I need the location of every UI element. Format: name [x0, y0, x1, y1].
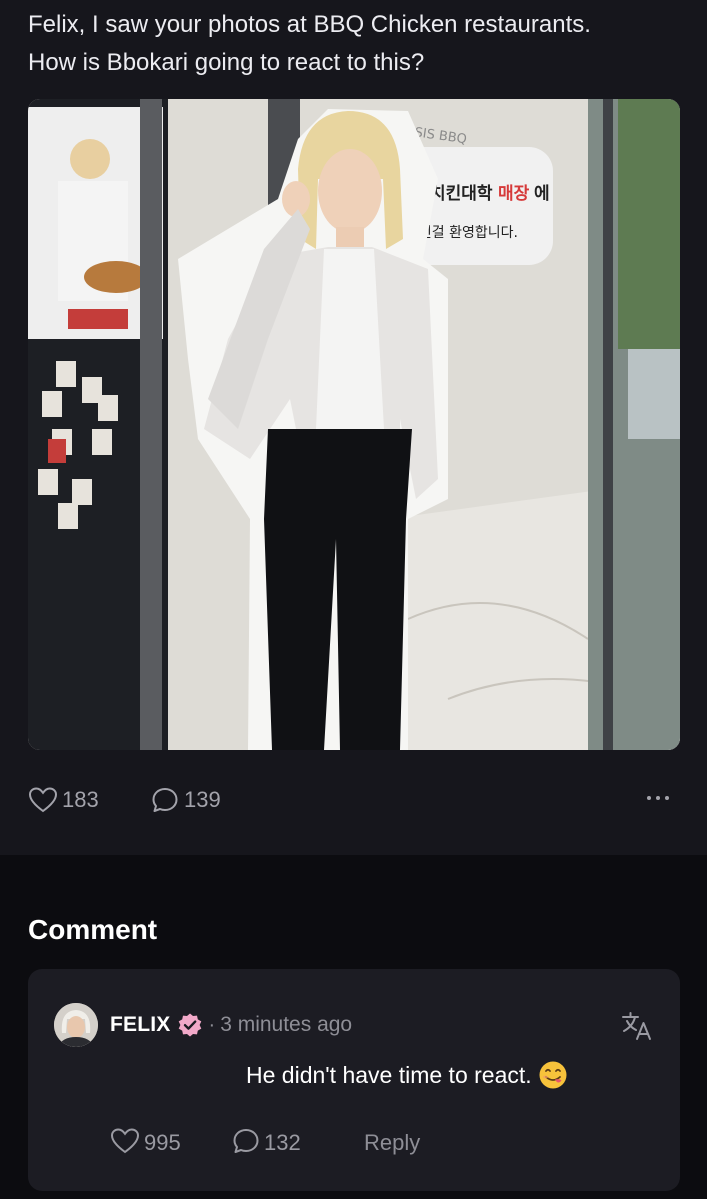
heart-icon — [28, 785, 58, 815]
post-text-line-1: Felix, I saw your photos at BBQ Chicken … — [28, 11, 591, 38]
separator-dot: · — [208, 1013, 216, 1036]
sign-line-1b: 매장 — [498, 184, 530, 204]
more-options-button[interactable] — [640, 786, 676, 810]
post-image[interactable]: bbq 치킨대학 매장 에 오신걸 환영합니다. ESIS BBQ — [28, 99, 680, 750]
comment-button[interactable]: 139 — [150, 778, 221, 822]
sign-line-1a: 치킨대학 — [430, 184, 493, 204]
comment-body: He didn't have time to react. — [246, 1059, 568, 1091]
reply-button[interactable]: Reply — [364, 1125, 420, 1161]
like-count: 183 — [62, 787, 99, 812]
comment-actions: 995 132 Reply — [110, 1125, 630, 1161]
verified-badge-icon — [177, 1012, 203, 1038]
comment-reply-count: 132 — [264, 1130, 301, 1155]
translate-icon[interactable] — [620, 1009, 654, 1043]
post-text: Felix, I saw your photos at BBQ Chicken … — [28, 6, 688, 82]
avatar[interactable] — [54, 1003, 98, 1047]
ellipsis-icon — [647, 796, 651, 800]
comment-like-button[interactable]: 995 — [110, 1125, 181, 1161]
ellipsis-dot — [665, 796, 669, 800]
speech-bubble-icon — [232, 1127, 260, 1160]
comment-timestamp: 3 minutes ago — [220, 1013, 353, 1036]
post-text-line-2: How is Bbokari going to react to this? — [28, 49, 425, 76]
comment-like-count: 995 — [144, 1130, 181, 1155]
ellipsis-dot — [656, 796, 660, 800]
sign-line-1c: 에 — [534, 184, 550, 204]
like-button[interactable]: 183 — [28, 778, 99, 822]
cutout-photo: bbq 치킨대학 매장 에 오신걸 환영합니다. ESIS BBQ — [28, 99, 680, 750]
face-savoring-food-icon — [538, 1060, 568, 1090]
speech-bubble-icon — [150, 785, 180, 815]
comment-card: FELIX · 3 minutes ago He didn't have tim… — [28, 969, 680, 1191]
comment-reply-count-button[interactable]: 132 — [232, 1125, 301, 1161]
post-actions: 183 139 — [28, 778, 680, 822]
comments-section-title: Comment — [28, 914, 158, 945]
comment-author[interactable]: FELIX — [110, 1013, 171, 1037]
post-card: Felix, I saw your photos at BBQ Chicken … — [0, 0, 707, 855]
comment-count: 139 — [184, 787, 221, 812]
heart-icon — [110, 1127, 140, 1160]
comment-text: He didn't have time to react. — [246, 1061, 532, 1088]
comment-header: FELIX · 3 minutes ago — [110, 1009, 352, 1041]
